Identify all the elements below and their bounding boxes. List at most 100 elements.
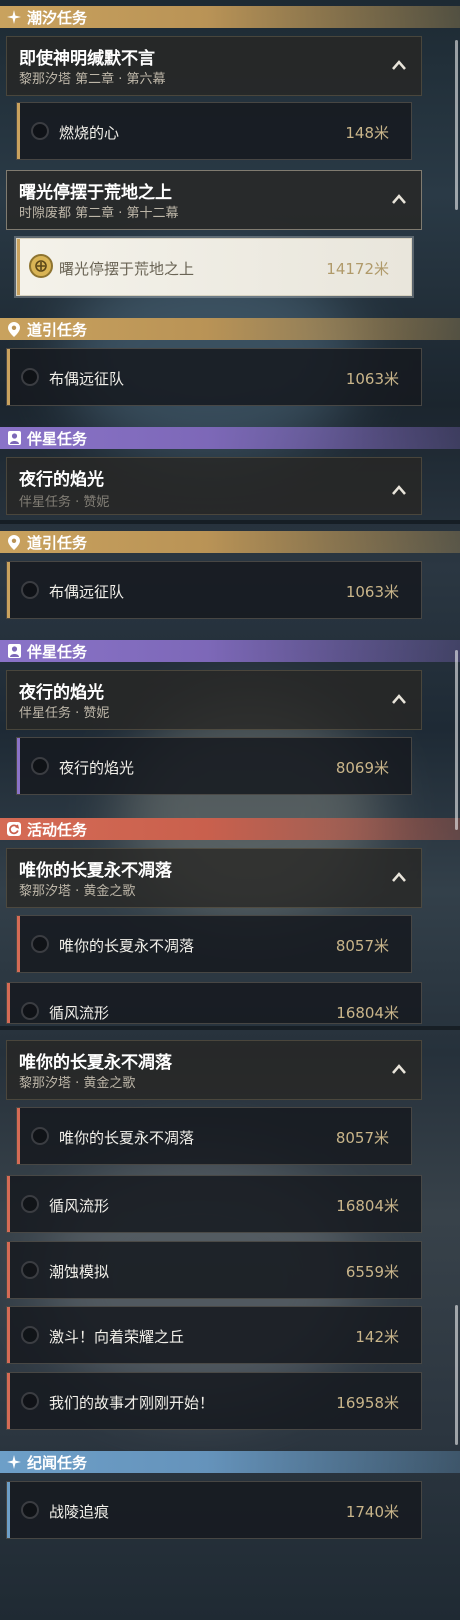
step-distance: 6559米 <box>345 1263 399 1281</box>
quest-header[interactable]: 即使神明缄默不言 黎那汐塔 第二章 · 第六幕 <box>6 36 422 96</box>
category-label: 活动任务 <box>27 820 88 839</box>
quest-header[interactable]: 唯你的长夏永不凋落 黎那汐塔 · 黄金之歌 <box>6 848 422 908</box>
category-bar-guide[interactable]: 道引任务 <box>0 531 460 553</box>
chevron-up-icon[interactable] <box>391 484 407 496</box>
sparkle-icon <box>6 9 22 25</box>
row-accent <box>7 349 10 405</box>
row-accent <box>7 1482 10 1538</box>
category-bar-record[interactable]: 纪闻任务 <box>0 1451 460 1473</box>
step-distance: 16958米 <box>336 1394 399 1412</box>
circle-icon <box>21 1392 39 1410</box>
category-label: 潮汐任务 <box>27 8 88 27</box>
category-label: 道引任务 <box>27 320 88 339</box>
step-name: 战陵追痕 <box>49 1503 110 1521</box>
row-accent <box>17 1108 20 1164</box>
quest-step-row[interactable]: 我们的故事才刚刚开始！ 16958米 <box>6 1372 422 1430</box>
step-distance: 1740米 <box>345 1503 399 1521</box>
quest-step-row[interactable]: 潮蚀模拟 6559米 <box>6 1241 422 1299</box>
step-name: 布偶远征队 <box>49 370 125 388</box>
step-name: 循风流形 <box>49 1004 110 1022</box>
quest-step-row[interactable]: 燃烧的心 148米 <box>16 102 412 160</box>
quest-step-row[interactable]: 激斗！向着荣耀之丘 142米 <box>6 1306 422 1364</box>
row-accent <box>7 1242 10 1298</box>
quest-subtitle: 黎那汐塔 · 黄金之歌 <box>19 1076 136 1091</box>
category-label: 纪闻任务 <box>27 1453 88 1472</box>
circle-icon <box>31 1127 49 1145</box>
quest-step-row[interactable]: 唯你的长夏永不凋落 8057米 <box>16 1107 412 1165</box>
step-name: 唯你的长夏永不凋落 <box>59 937 195 955</box>
category-bar-guide[interactable]: 道引任务 <box>0 318 460 340</box>
row-accent <box>7 1373 10 1429</box>
step-name: 曙光停摆于荒地之上 <box>59 260 195 278</box>
row-accent <box>7 1307 10 1363</box>
quest-step-row[interactable]: 循风流形 16804米 <box>6 982 422 1024</box>
step-distance: 8057米 <box>335 1129 389 1147</box>
quest-subtitle: 黎那汐塔 · 黄金之歌 <box>19 884 136 899</box>
row-accent <box>7 983 10 1023</box>
quest-header[interactable]: 唯你的长夏永不凋落 黎那汐塔 · 黄金之歌 <box>6 1040 422 1100</box>
chevron-up-icon[interactable] <box>391 871 407 883</box>
step-name: 激斗！向着荣耀之丘 <box>49 1328 185 1346</box>
step-distance: 8069米 <box>335 759 389 777</box>
step-name: 燃烧的心 <box>59 124 120 142</box>
screenshot-divider <box>0 520 460 524</box>
circle-icon <box>21 1002 39 1020</box>
circle-icon <box>21 1326 39 1344</box>
row-accent <box>17 738 20 794</box>
sparkle-icon <box>6 1454 22 1470</box>
person-icon <box>6 643 22 659</box>
quest-subtitle: 伴星任务 · 赞妮 <box>19 706 110 721</box>
scrollbar-thumb[interactable] <box>455 1305 458 1445</box>
quest-header[interactable]: 曙光停摆于荒地之上 时隙废都 第二章 · 第十二幕 <box>6 170 422 230</box>
category-bar-companion[interactable]: 伴星任务 <box>0 640 460 662</box>
step-name: 潮蚀模拟 <box>49 1263 110 1281</box>
step-distance: 14172米 <box>326 260 389 278</box>
step-distance: 8057米 <box>335 937 389 955</box>
row-accent <box>7 562 10 618</box>
person-icon <box>6 430 22 446</box>
quest-step-row-tracked[interactable]: 曙光停摆于荒地之上 14172米 <box>16 238 412 296</box>
crosshair-target-icon <box>29 254 53 278</box>
circle-icon <box>21 1501 39 1519</box>
circle-icon <box>21 581 39 599</box>
map-pin-icon <box>6 534 22 550</box>
category-label: 道引任务 <box>27 533 88 552</box>
step-name: 夜行的焰光 <box>59 759 135 777</box>
map-pin-icon <box>6 321 22 337</box>
quest-title: 唯你的长夏永不凋落 <box>19 1053 172 1073</box>
quest-step-row[interactable]: 循风流形 16804米 <box>6 1175 422 1233</box>
row-accent <box>17 103 20 159</box>
quest-step-row[interactable]: 唯你的长夏永不凋落 8057米 <box>16 915 412 973</box>
category-bar-event[interactable]: 活动任务 <box>0 818 460 840</box>
circle-icon <box>31 935 49 953</box>
scrollbar-thumb[interactable] <box>455 40 458 210</box>
step-distance: 16804米 <box>336 1197 399 1215</box>
chevron-up-icon[interactable] <box>391 193 407 205</box>
step-name: 循风流形 <box>49 1197 110 1215</box>
quest-header[interactable]: 夜行的焰光 伴星任务 · 赞妮 <box>6 670 422 730</box>
quest-title: 即使神明缄默不言 <box>19 49 155 69</box>
category-bar-companion[interactable]: 伴星任务 <box>0 427 460 449</box>
chevron-up-icon[interactable] <box>391 693 407 705</box>
category-bar-tide[interactable]: 潮汐任务 <box>0 6 460 28</box>
quest-header[interactable]: 夜行的焰光 伴星任务 · 赞妮 <box>6 457 422 515</box>
chevron-up-icon[interactable] <box>391 1063 407 1075</box>
quest-step-row[interactable]: 夜行的焰光 8069米 <box>16 737 412 795</box>
step-name: 我们的故事才刚刚开始！ <box>49 1394 215 1412</box>
step-name: 布偶远征队 <box>49 583 125 601</box>
scrollbar-thumb[interactable] <box>455 650 458 830</box>
step-name: 唯你的长夏永不凋落 <box>59 1129 195 1147</box>
screenshot-divider <box>0 1026 460 1030</box>
quest-title: 曙光停摆于荒地之上 <box>19 183 172 203</box>
row-accent <box>17 916 20 972</box>
quest-title: 唯你的长夏永不凋落 <box>19 861 172 881</box>
circle-icon <box>31 757 49 775</box>
quest-subtitle: 黎那汐塔 第二章 · 第六幕 <box>19 72 166 87</box>
quest-step-row[interactable]: 布偶远征队 1063米 <box>6 561 422 619</box>
category-label: 伴星任务 <box>27 429 88 448</box>
quest-step-row[interactable]: 战陵追痕 1740米 <box>6 1481 422 1539</box>
circle-icon <box>21 1261 39 1279</box>
chevron-up-icon[interactable] <box>391 59 407 71</box>
row-accent <box>7 1176 10 1232</box>
quest-step-row[interactable]: 布偶远征队 1063米 <box>6 348 422 406</box>
